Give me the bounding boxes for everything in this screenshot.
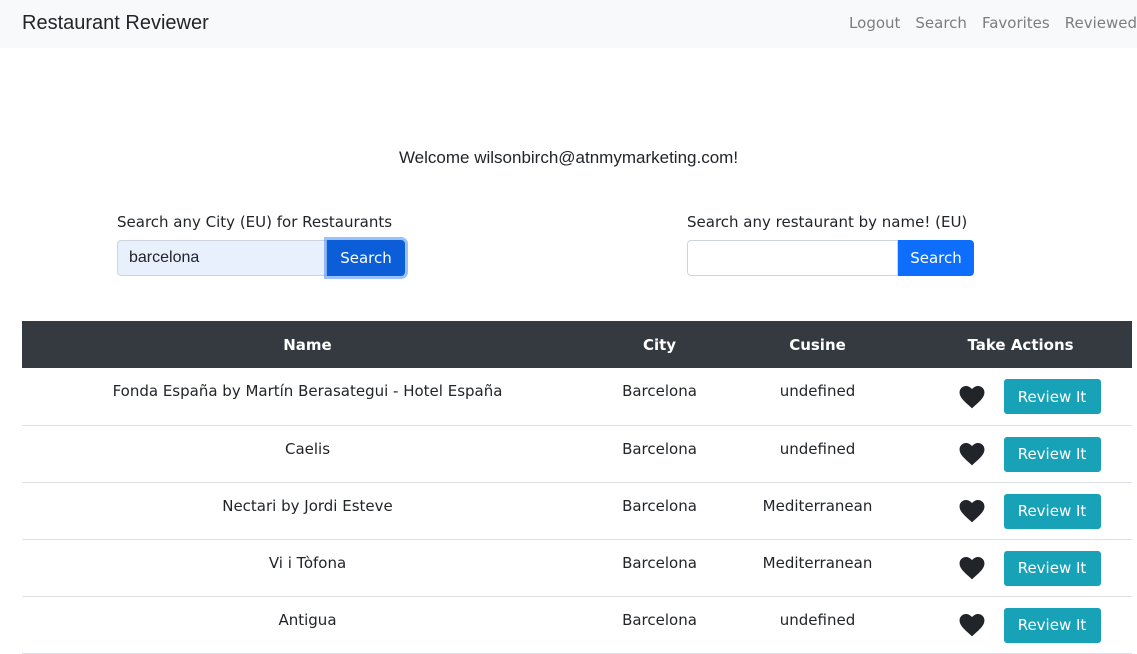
nav-reviewed[interactable]: Reviewed [1065, 14, 1137, 32]
restaurant-city: Barcelona [593, 368, 726, 426]
restaurant-name: Antigua [22, 596, 593, 654]
city-search-input[interactable] [117, 240, 327, 276]
actions-group: Review It [909, 607, 1132, 643]
city-search-form: Search any City (EU) for Restaurants Sea… [117, 212, 405, 276]
review-it-button[interactable]: Review It [1003, 493, 1101, 529]
header-cuisine: Cusine [726, 321, 909, 368]
nav-links: Logout Search Favorites Reviewed [834, 14, 1137, 32]
table-row: Antigua Barcelona undefined Review It [22, 596, 1132, 654]
restaurant-cuisine: undefined [726, 596, 909, 654]
city-search-button[interactable]: Search [327, 240, 405, 276]
city-search-label: Search any City (EU) for Restaurants [117, 213, 393, 231]
restaurant-city: Barcelona [593, 425, 726, 483]
actions-group: Review It [909, 493, 1132, 529]
review-it-button[interactable]: Review It [1003, 379, 1101, 414]
table-row: Fonda España by Martín Berasategui - Hot… [22, 368, 1132, 426]
nav-search[interactable]: Search [915, 14, 967, 32]
heart-icon[interactable] [959, 385, 985, 409]
review-it-button[interactable]: Review It [1003, 550, 1101, 586]
restaurant-cuisine: Mediterranean [726, 482, 909, 540]
table-row: Nectari by Jordi Esteve Barcelona Medite… [22, 482, 1132, 540]
nav-favorites[interactable]: Favorites [982, 14, 1050, 32]
heart-icon[interactable] [959, 442, 985, 466]
welcome-message: Welcome wilsonbirch@atnmymarketing.com! [398, 148, 739, 167]
restaurant-name: Nectari by Jordi Esteve [22, 482, 593, 540]
navbar: Restaurant Reviewer Logout Search Favori… [0, 0, 1137, 48]
restaurant-actions: Review It [909, 596, 1132, 654]
header-city: City [593, 321, 726, 368]
heart-icon[interactable] [959, 556, 985, 580]
restaurant-city: Barcelona [593, 482, 726, 540]
restaurant-cuisine: undefined [726, 368, 909, 426]
name-search-form: Search any restaurant by name! (EU) Sear… [687, 212, 974, 276]
restaurant-actions: Review It [909, 425, 1132, 483]
heart-icon[interactable] [959, 613, 985, 637]
city-search-row: Search [117, 240, 405, 276]
name-search-label: Search any restaurant by name! (EU) [687, 213, 968, 231]
restaurant-name: Vi i Tòfona [22, 539, 593, 597]
name-search-row: Search [687, 240, 974, 276]
table-row: Vi i Tòfona Barcelona Mediterranean Revi… [22, 539, 1132, 597]
restaurant-cuisine: Mediterranean [726, 539, 909, 597]
brand-title[interactable]: Restaurant Reviewer [22, 12, 209, 35]
actions-group: Review It [909, 436, 1132, 472]
name-search-button[interactable]: Search [898, 240, 974, 276]
header-name: Name [22, 321, 593, 368]
restaurant-city: Barcelona [593, 539, 726, 597]
restaurant-name: Fonda España by Martín Berasategui - Hot… [22, 368, 593, 426]
review-it-button[interactable]: Review It [1003, 607, 1101, 643]
review-it-button[interactable]: Review It [1003, 436, 1101, 472]
table-row: Caelis Barcelona undefined Review It [22, 425, 1132, 483]
restaurant-city: Barcelona [593, 596, 726, 654]
actions-group: Review It [909, 379, 1132, 414]
restaurants-table: Name City Cusine Take Actions Fonda Espa… [22, 321, 1132, 654]
restaurants-table-container: Name City Cusine Take Actions Fonda Espa… [22, 321, 1132, 654]
restaurant-cuisine: undefined [726, 425, 909, 483]
heart-icon[interactable] [959, 499, 985, 523]
restaurant-actions: Review It [909, 539, 1132, 597]
restaurant-name: Caelis [22, 425, 593, 483]
header-actions: Take Actions [909, 321, 1132, 368]
table-header-row: Name City Cusine Take Actions [22, 321, 1132, 368]
actions-group: Review It [909, 550, 1132, 586]
restaurant-actions: Review It [909, 482, 1132, 540]
name-search-input[interactable] [687, 240, 898, 276]
nav-logout[interactable]: Logout [849, 14, 900, 32]
restaurant-actions: Review It [909, 368, 1132, 426]
